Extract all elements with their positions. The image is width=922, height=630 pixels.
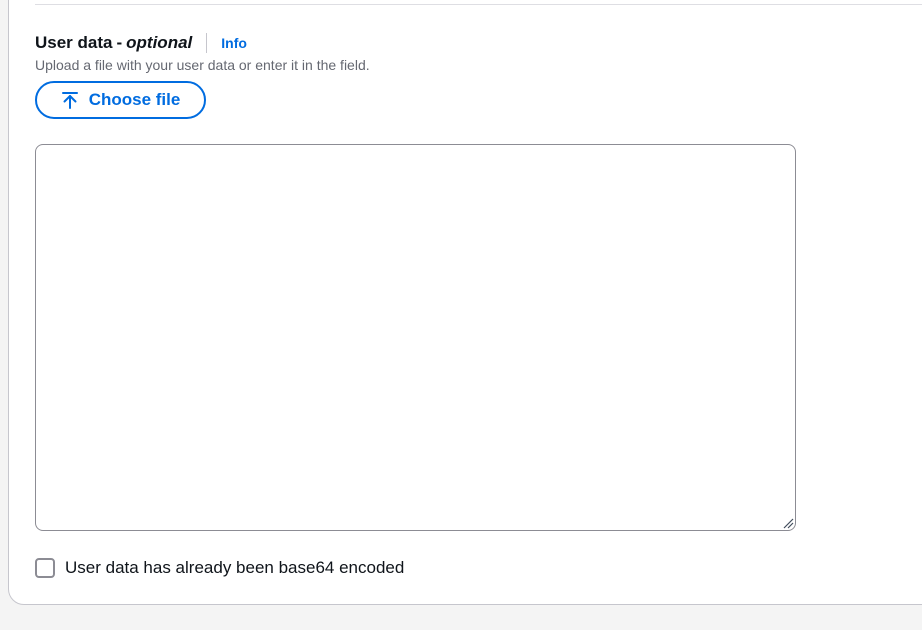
section-divider [35, 4, 922, 5]
field-label-row: User data - optional Info [35, 32, 247, 54]
field-label-separator: - [116, 33, 123, 52]
base64-checkbox-label[interactable]: User data has already been base64 encode… [65, 558, 404, 578]
choose-file-button[interactable]: Choose file [35, 81, 206, 119]
page: User data - optional Info Upload a file … [0, 0, 922, 630]
choose-file-label: Choose file [88, 90, 181, 109]
user-data-textarea[interactable] [35, 144, 796, 531]
resize-handle-icon[interactable] [782, 517, 794, 529]
label-vertical-divider [206, 33, 208, 53]
field-optional-tag: optional [126, 33, 193, 52]
field-label: User data [35, 33, 113, 52]
field-description: Upload a file with your user data or ent… [35, 57, 370, 73]
base64-checkbox[interactable] [35, 558, 55, 578]
base64-checkbox-row[interactable]: User data has already been base64 encode… [35, 557, 404, 579]
upload-icon [61, 92, 78, 109]
info-link[interactable]: Info [221, 35, 247, 51]
